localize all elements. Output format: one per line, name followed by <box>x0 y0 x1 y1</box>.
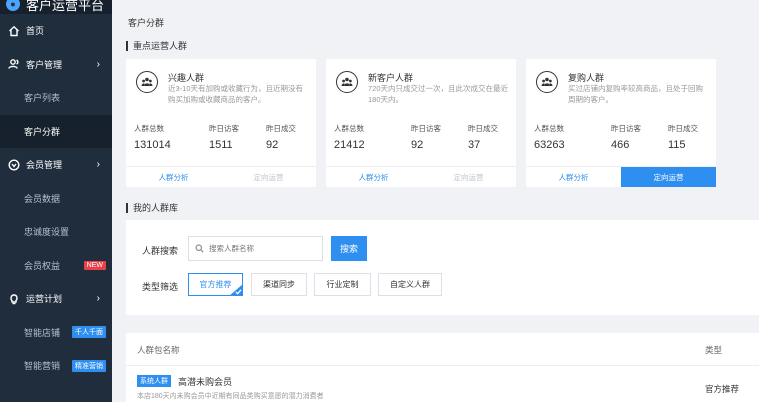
new-badge: NEW <box>83 260 106 270</box>
card-actions: 人群分析 定向运营 <box>126 166 316 187</box>
stat-total: 人群总数 21412 <box>334 124 365 151</box>
sidebar-item-loyalty-settings[interactable]: 忠诚度设置 <box>0 215 112 249</box>
filter-official-recommend[interactable]: 官方推荐 <box>188 273 243 296</box>
stat-visitors: 昨日访客 466 <box>611 124 641 151</box>
main-content: 客户分群 重点运营人群 兴趣人群 近3-10天有加购或收藏行为，且近期没有购买加… <box>112 0 759 402</box>
segment-search-box[interactable] <box>188 236 323 261</box>
sidebar-item-label: 会员管理 <box>26 160 63 171</box>
table-row[interactable]: 系统人群 高潜未购会员 本店180天内未购会员中近期有同品类购买意愿的潜力消费者… <box>126 365 759 402</box>
sidebar-item-smart-marketing[interactable]: 智能营销 精准营销 <box>0 349 112 383</box>
sidebar-item-label: 运营计划 <box>26 294 63 305</box>
sidebar-item-label: 客户管理 <box>26 59 63 70</box>
member-icon <box>8 159 20 171</box>
logo-icon: ● <box>6 0 20 11</box>
group-icon <box>136 71 158 93</box>
sidebar-item-label: 客户列表 <box>24 93 61 104</box>
search-label: 人群搜索 <box>142 246 179 256</box>
chevron-right-icon: › <box>96 58 100 70</box>
section-title-segment-library: 我的人群库 <box>126 203 178 213</box>
card-stats: 人群总数 21412 昨日访客 92 昨日成交 37 <box>334 123 508 151</box>
card-description: 720天内只成交过一次，且此次成交在最近180天内。 <box>368 84 509 104</box>
segment-type: 官方推荐 <box>705 384 740 394</box>
filter-custom-segment[interactable]: 自定义人群 <box>378 273 442 296</box>
sidebar: ● 客户运营平台 首页 客户管理 › 客户列表 客户分群 会员管理 › 会员数据… <box>0 0 112 402</box>
stat-deals: 昨日成交 115 <box>668 124 698 151</box>
home-icon <box>8 25 20 37</box>
sidebar-item-label: 智能店铺 <box>24 327 61 338</box>
segment-analysis-button[interactable]: 人群分析 <box>526 167 621 187</box>
stat-deals: 昨日成交 37 <box>468 124 498 151</box>
stat-visitors: 昨日访客 1511 <box>209 124 239 151</box>
card-actions: 人群分析 定向运营 <box>526 166 716 187</box>
stat-visitors: 昨日访客 92 <box>411 124 441 151</box>
stat-deals: 昨日成交 92 <box>266 124 296 151</box>
sidebar-item-label: 会员数据 <box>24 193 61 204</box>
app-brand[interactable]: ● 客户运营平台 <box>0 0 112 14</box>
search-icon <box>195 244 204 253</box>
segment-library-panel: 人群搜索 搜索 类型筛选 官方推荐 渠道同步 行业定制 自定义人群 <box>126 220 759 315</box>
card-description: 买过店铺内复购率较高商品，且处于回购周期的客户。 <box>568 84 703 104</box>
card-stats: 人群总数 63263 昨日访客 466 昨日成交 115 <box>534 123 708 151</box>
segment-analysis-button[interactable]: 人群分析 <box>326 167 421 187</box>
targeted-operation-button[interactable]: 定向运营 <box>221 167 316 187</box>
targeted-operation-button[interactable]: 定向运营 <box>621 167 716 187</box>
segment-analysis-button[interactable]: 人群分析 <box>126 167 221 187</box>
segment-card-new-customer: 新客户人群 720天内只成交过一次，且此次成交在最近180天内。 人群总数 21… <box>326 59 516 187</box>
users-icon <box>8 58 20 70</box>
filter-label: 类型筛选 <box>142 282 179 292</box>
sidebar-item-member-data[interactable]: 会员数据 <box>0 182 112 216</box>
feature-badge: 精准营销 <box>72 359 106 372</box>
segment-table: 人群包名称 类型 系统人群 高潜未购会员 本店180天内未购会员中近期有同品类购… <box>126 333 759 402</box>
sidebar-item-customer-management[interactable]: 客户管理 › <box>0 48 112 82</box>
sidebar-item-home[interactable]: 首页 <box>0 14 112 48</box>
sidebar-item-customer-list[interactable]: 客户列表 <box>0 81 112 115</box>
sidebar-item-operation-plan[interactable]: 运营计划 › <box>0 282 112 316</box>
sidebar-item-label: 忠诚度设置 <box>24 227 70 238</box>
card-stats: 人群总数 131014 昨日访客 1511 昨日成交 92 <box>134 123 308 151</box>
sidebar-item-label: 会员权益 <box>24 260 61 271</box>
sidebar-item-member-management[interactable]: 会员管理 › <box>0 148 112 182</box>
segment-name[interactable]: 高潜未购会员 <box>178 375 232 388</box>
filter-industry-custom[interactable]: 行业定制 <box>314 273 371 296</box>
sidebar-item-member-benefits[interactable]: 会员权益 NEW <box>0 249 112 283</box>
chevron-right-icon: › <box>96 293 100 305</box>
column-header-type: 类型 <box>705 345 723 355</box>
segment-search-input[interactable] <box>209 244 319 253</box>
card-description: 近3-10天有加购或收藏行为，且近期没有购买加购或收藏商品的客户。 <box>168 84 304 104</box>
sidebar-item-customer-segment[interactable]: 客户分群 <box>0 114 112 148</box>
app-title: 客户运营平台 <box>26 0 105 13</box>
system-segment-badge: 系统人群 <box>137 375 171 387</box>
card-actions: 人群分析 定向运营 <box>326 166 516 187</box>
feature-badge: 千人千面 <box>72 326 106 339</box>
chevron-right-icon: › <box>96 159 100 171</box>
bulb-icon <box>8 293 20 305</box>
segment-card-interest: 兴趣人群 近3-10天有加购或收藏行为，且近期没有购买加购或收藏商品的客户。 人… <box>126 59 316 187</box>
breadcrumb: 客户分群 <box>112 0 759 38</box>
group-icon <box>336 71 358 93</box>
section-title-key-segments: 重点运营人群 <box>126 41 187 51</box>
targeted-operation-button[interactable]: 定向运营 <box>421 167 516 187</box>
sidebar-item-smart-store[interactable]: 智能店铺 千人千面 <box>0 316 112 350</box>
column-header-name: 人群包名称 <box>137 345 180 355</box>
sidebar-item-label: 首页 <box>26 26 45 37</box>
sidebar-item-label: 智能营销 <box>24 361 61 372</box>
stat-total: 人群总数 131014 <box>134 124 171 151</box>
segment-card-repurchase: 复购人群 买过店铺内复购率较高商品，且处于回购周期的客户。 人群总数 63263… <box>526 59 716 187</box>
stat-total: 人群总数 63263 <box>534 124 565 151</box>
segment-description: 本店180天内未购会员中近期有同品类购买意愿的潜力消费者 <box>137 393 324 400</box>
group-icon <box>536 71 558 93</box>
sidebar-item-label: 客户分群 <box>24 126 61 137</box>
search-button[interactable]: 搜索 <box>331 236 367 261</box>
filter-channel-sync[interactable]: 渠道同步 <box>251 273 307 296</box>
